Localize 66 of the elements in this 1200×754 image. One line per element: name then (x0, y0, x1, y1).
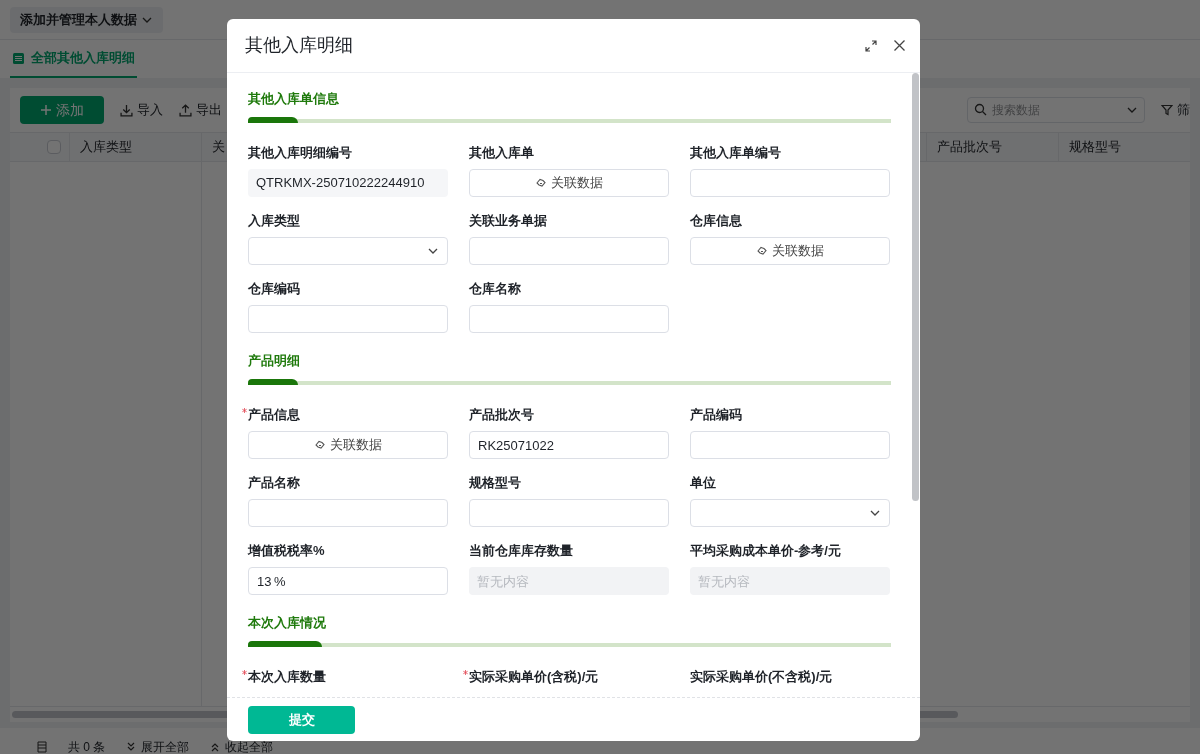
close-icon[interactable] (893, 39, 906, 52)
field-label: 仓库名称 (469, 280, 521, 299)
field-label: 其他入库单 (469, 144, 534, 163)
link-data-button[interactable]: 关联数据 (469, 169, 669, 197)
column-header[interactable]: 规格型号 (1069, 137, 1121, 157)
field-label: 增值税税率% (248, 542, 325, 561)
section-accent-bar (248, 379, 298, 385)
link-data-button[interactable]: 关联数据 (690, 237, 890, 265)
select-field[interactable] (248, 237, 448, 265)
field-label: 关联业务单据 (469, 212, 547, 231)
data-scope-dropdown[interactable]: 添加并管理本人数据 (10, 6, 163, 33)
vertical-scrollbar[interactable] (912, 73, 919, 501)
section-title: 其他入库单信息 (248, 90, 340, 108)
upload-icon (179, 103, 192, 117)
section-title: 产品明细 (248, 352, 301, 370)
field-label: 仓库信息 (690, 212, 742, 231)
field-label: 产品批次号 (469, 406, 534, 425)
field-label: 其他入库明细编号 (248, 144, 352, 163)
search-icon (974, 103, 987, 116)
field-label: 实际采购单价(含税)/元 (469, 668, 599, 687)
input-field[interactable] (469, 237, 669, 265)
input-field[interactable] (469, 305, 669, 333)
filter-icon (1161, 104, 1173, 116)
column-header[interactable]: 产品批次号 (937, 137, 1002, 157)
expand-all-button[interactable]: 展开全部 (125, 741, 190, 753)
field-label: 当前仓库库存数量 (469, 542, 573, 561)
dialog-title: 其他入库明细 (245, 34, 354, 57)
link-data-button[interactable]: 关联数据 (248, 431, 448, 459)
input-field[interactable] (690, 431, 890, 459)
column-settings-icon[interactable] (36, 741, 48, 753)
field-label: 本次入库数量 (248, 668, 326, 687)
field-label: 平均采购成本单价-参考/元 (690, 542, 841, 561)
field-label: 产品名称 (248, 474, 300, 493)
field-label: 实际采购单价(不含税)/元 (690, 668, 833, 687)
import-button[interactable]: 导入 (120, 100, 163, 120)
select-field[interactable] (690, 499, 890, 527)
input-field[interactable] (248, 305, 448, 333)
field-label: 产品信息 (248, 406, 300, 425)
input-field[interactable]: RK25071022 (469, 431, 669, 459)
select-all-checkbox[interactable] (47, 140, 61, 154)
field-label: 规格型号 (469, 474, 521, 493)
section-title: 本次入库情况 (248, 614, 327, 632)
add-button[interactable]: 添加 (20, 96, 104, 124)
field-label: 仓库编码 (248, 280, 300, 299)
collapse-all-button[interactable]: 收起全部 (209, 741, 274, 753)
input-field[interactable] (690, 169, 890, 197)
column-header[interactable]: 关 (212, 137, 225, 157)
readonly-field: QTRKMX-250710222244910 (248, 169, 448, 197)
export-button[interactable]: 导出 (179, 100, 222, 120)
unit-suffix: % (274, 573, 286, 591)
input-field[interactable] (248, 499, 448, 527)
plus-icon (40, 104, 52, 116)
field-label: 产品编码 (690, 406, 742, 425)
expand-icon[interactable] (865, 39, 877, 52)
download-icon (120, 103, 133, 117)
submit-button[interactable]: 提交 (248, 705, 355, 734)
filter-button[interactable]: 筛 (1161, 100, 1190, 120)
record-count: 共 0 条 (68, 741, 106, 753)
column-header[interactable]: 入库类型 (80, 137, 132, 157)
field-label: 其他入库单编号 (690, 144, 781, 163)
table-icon (12, 51, 25, 65)
field-label: 单位 (690, 474, 716, 493)
field-label: 入库类型 (248, 212, 300, 231)
section-accent-bar (248, 117, 298, 123)
view-tab[interactable]: 全部其他入库明细 (10, 40, 137, 78)
input-field[interactable] (469, 499, 669, 527)
